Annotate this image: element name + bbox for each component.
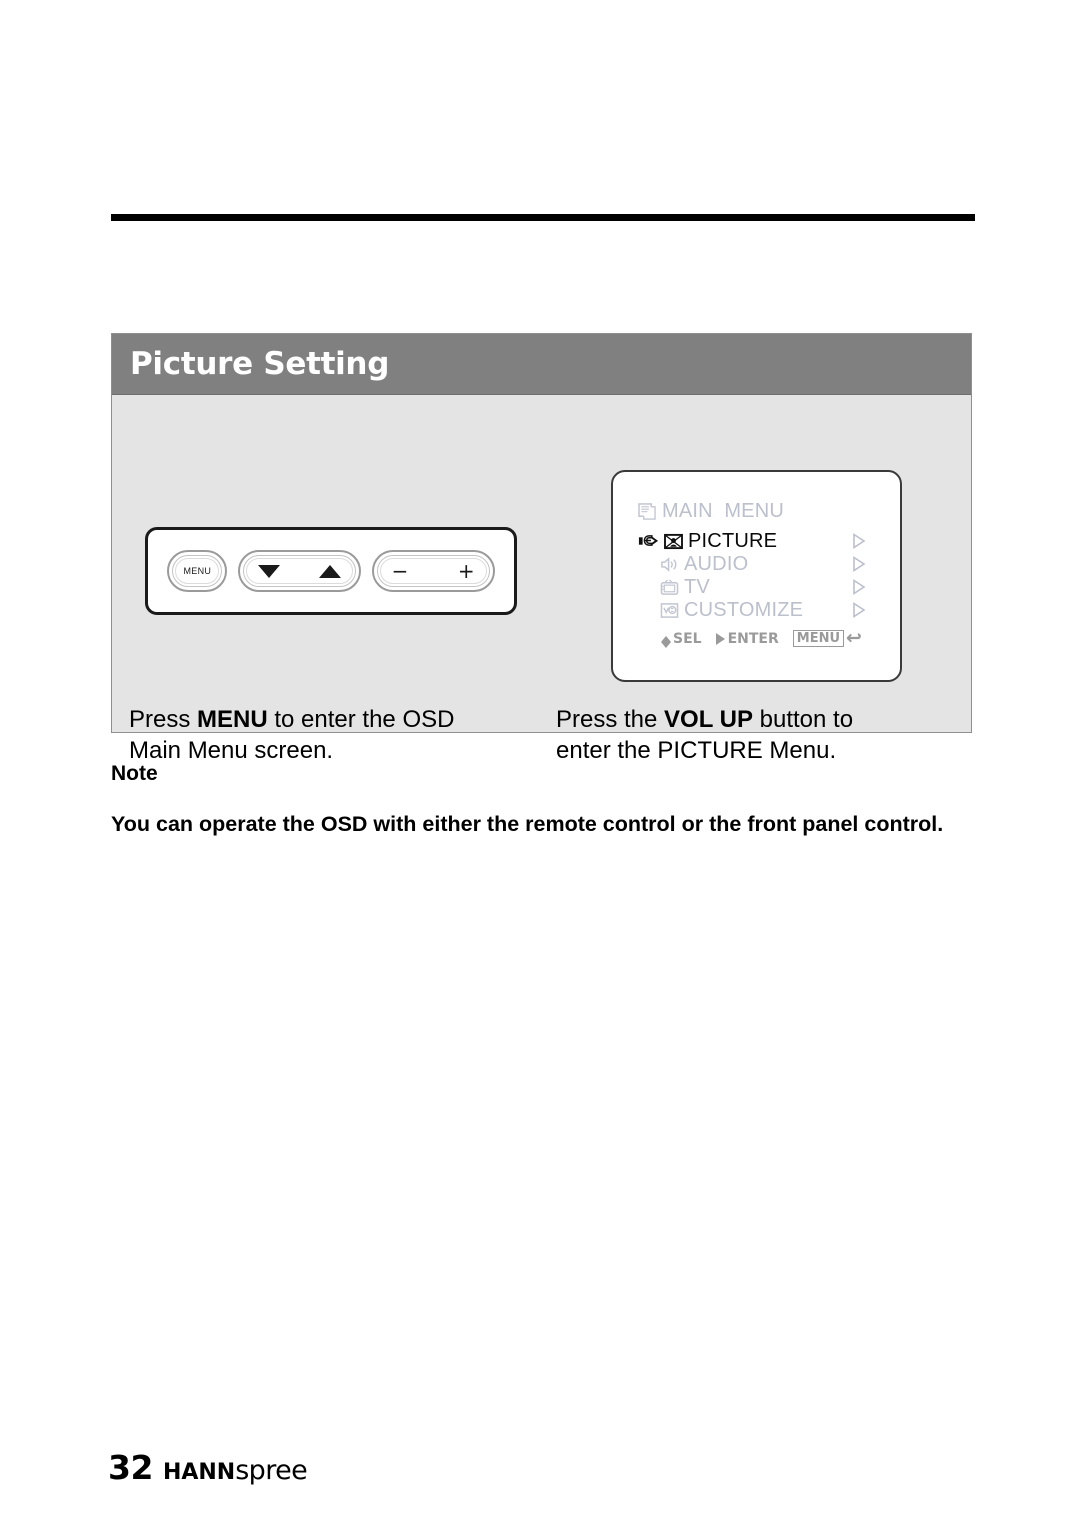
- osd-item-label-tv: TV: [684, 575, 710, 598]
- page-title: Picture Setting: [130, 346, 390, 382]
- menu-button-label: MENU: [183, 566, 212, 576]
- front-panel-control-illustration: MENU − +: [145, 527, 517, 615]
- osd-hint-enter-label: ENTER: [727, 630, 779, 647]
- osd-item-tv[interactable]: TV: [613, 576, 900, 598]
- brand-logo-light: spree: [235, 1455, 308, 1486]
- osd-item-label-audio: AUDIO: [684, 552, 749, 575]
- menu-button[interactable]: MENU: [167, 550, 228, 592]
- osd-item-customize[interactable]: CUSTOMIZE: [613, 599, 900, 621]
- chevron-right-icon-audio: [853, 556, 866, 572]
- diamond-updown-icon: [661, 635, 671, 648]
- brand-logo-bold: HANN: [162, 1460, 236, 1485]
- osd-hint-menu-key: MENU: [792, 629, 845, 648]
- caption-left: Press MENU to enter the OSD Main Menu sc…: [129, 705, 539, 766]
- chevron-right-icon-customize: [853, 602, 866, 618]
- tv-icon: [660, 579, 679, 595]
- osd-hint-back: MENU ↩: [792, 627, 862, 649]
- top-horizontal-rule: [111, 214, 975, 221]
- caption-right: Press the VOL UP button to enter the PIC…: [556, 705, 956, 766]
- caption-row: Press MENU to enter the OSD Main Menu sc…: [112, 705, 971, 766]
- chevron-right-icon-tv: [853, 579, 866, 595]
- channel-rocker-button[interactable]: [237, 550, 361, 592]
- osd-title-label: MAIN MENU: [662, 499, 784, 522]
- note-body: You can operate the OSD with either the …: [111, 812, 944, 836]
- osd-item-audio[interactable]: AUDIO: [613, 553, 900, 575]
- chevron-right-icon-picture: [853, 533, 866, 549]
- osd-hint-select-label: SEL: [673, 630, 702, 647]
- triangle-down-icon: [257, 564, 280, 578]
- triangle-right-icon: [715, 632, 725, 645]
- osd-title-row: MAIN MENU: [613, 500, 900, 522]
- osd-main-menu-screen: MAIN MENU PICTURE AUDIO TV CUSTOMIZE SEL…: [611, 470, 902, 682]
- picture-setting-panel: Picture Setting MENU − + MAIN MENU PICTU…: [111, 333, 972, 764]
- minus-icon: −: [391, 559, 409, 583]
- picture-icon: [664, 533, 683, 549]
- osd-item-picture[interactable]: PICTURE: [613, 530, 900, 552]
- customize-icon: [660, 602, 679, 618]
- volume-rocker-button[interactable]: − +: [371, 550, 495, 592]
- note-heading: Note: [111, 762, 158, 785]
- panel-body: MENU − + MAIN MENU PICTURE AUDIO TV CUST…: [112, 395, 971, 764]
- caption-right-strong: VOL UP: [664, 706, 753, 733]
- speaker-icon: [661, 556, 677, 572]
- plus-icon: +: [457, 559, 475, 583]
- osd-hint-enter: ENTER: [715, 630, 779, 647]
- page-number: 32: [108, 1448, 153, 1487]
- brand-logo: HANNspree: [162, 1455, 308, 1486]
- pointing-hand-icon: [638, 535, 659, 546]
- back-arrow-icon: ↩: [846, 627, 862, 649]
- panel-header: Picture Setting: [112, 334, 971, 395]
- osd-item-label-customize: CUSTOMIZE: [684, 598, 804, 621]
- osd-hint-select: SEL: [661, 630, 702, 648]
- osd-key-hints: SEL ENTER MENU ↩: [613, 629, 900, 648]
- page-footer: 32 HANNspree: [108, 1448, 308, 1487]
- caption-right-before: Press the: [556, 706, 665, 733]
- main-menu-document-icon: [638, 502, 656, 520]
- caption-left-strong: MENU: [197, 706, 268, 733]
- triangle-up-icon: [318, 564, 341, 578]
- caption-left-before: Press: [129, 706, 198, 733]
- osd-item-label-picture: PICTURE: [688, 529, 778, 552]
